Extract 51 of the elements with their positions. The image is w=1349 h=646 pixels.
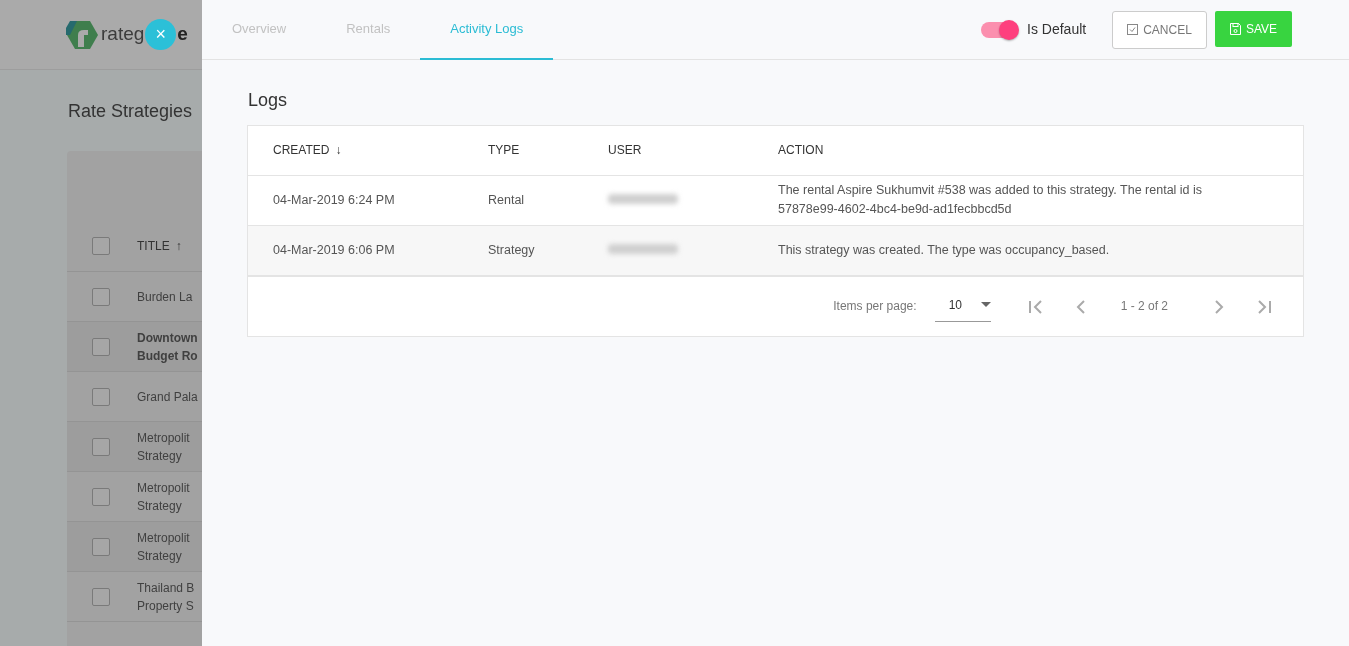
table-cell-text: Metropolit Strategy (137, 429, 190, 465)
row-checkbox[interactable] (92, 337, 110, 356)
toggle-label: Is Default (1027, 20, 1087, 39)
select-all-checkbox[interactable] (92, 236, 110, 255)
column-header: ACTION (778, 143, 824, 158)
table-cell-text: Metropolit Strategy (137, 479, 190, 515)
default-toggle[interactable] (981, 21, 1018, 38)
items-per-page-label: Items per page: (833, 298, 917, 316)
chevron-left-icon (1075, 298, 1086, 315)
first-page-icon (1027, 298, 1044, 315)
row-checkbox[interactable] (92, 387, 110, 406)
table-cell-text: Grand Pala (137, 388, 198, 406)
table-cell: The rental Aspire Sukhumvit #538 was added to this strategy. The rental id is 57878e99-4602-4bc4-be9d-ad1fecbbcd5d (778, 183, 1203, 217)
sort-arrow[interactable]: ↑ (175, 238, 182, 253)
logo-icon (66, 20, 98, 49)
page-size-select[interactable]: 10 (934, 290, 991, 322)
row-checkbox[interactable] (92, 487, 110, 506)
row-checkbox[interactable] (92, 537, 110, 556)
chevron-right-icon (1214, 298, 1224, 315)
table-cell-text: Metropolit Strategy (137, 529, 190, 565)
tab[interactable]: Overview (202, 0, 317, 60)
logo-text: e (177, 22, 188, 47)
cancel-button[interactable]: CANCEL (1112, 10, 1207, 49)
section-title: Logs (248, 90, 289, 112)
row-checkbox[interactable] (92, 287, 110, 306)
page-title: Rate Strategies (68, 100, 194, 123)
table-cell: 04-Mar-2019 6:06 PM (273, 242, 395, 257)
tab[interactable]: Activity Logs (420, 0, 554, 60)
close-button[interactable]: × (145, 19, 177, 50)
column-header: CREATED (273, 143, 330, 158)
table-cell-text: Burden La (137, 288, 193, 306)
save-icon (1229, 22, 1241, 35)
tab[interactable]: Rentals (316, 0, 421, 60)
table-cell: 04-Mar-2019 6:24 PM (273, 192, 395, 207)
caret-icon (980, 302, 991, 308)
column-header: TITLE (137, 238, 170, 253)
column-header: TYPE (488, 143, 520, 158)
row-checkbox[interactable] (92, 437, 110, 456)
table-cell: Strategy (488, 242, 535, 257)
table-cell: This strategy was created. The type was occupancy_based. (778, 242, 1110, 257)
save-button[interactable]: SAVE (1214, 10, 1292, 47)
row-checkbox[interactable] (92, 587, 110, 606)
column-header: USER (608, 143, 642, 158)
logo-text: rateg (101, 22, 145, 47)
page-range: 1 - 2 of 2 (1120, 298, 1168, 316)
table-cell-text: Downtown Budget Ro (137, 329, 198, 365)
sort-arrow[interactable]: ↓ (335, 143, 342, 158)
table-cell: Rental (488, 192, 525, 207)
last-page-icon (1256, 298, 1272, 315)
table-cell-text: Thailand B Property S (137, 579, 195, 615)
checkbox-icon (1127, 24, 1139, 35)
